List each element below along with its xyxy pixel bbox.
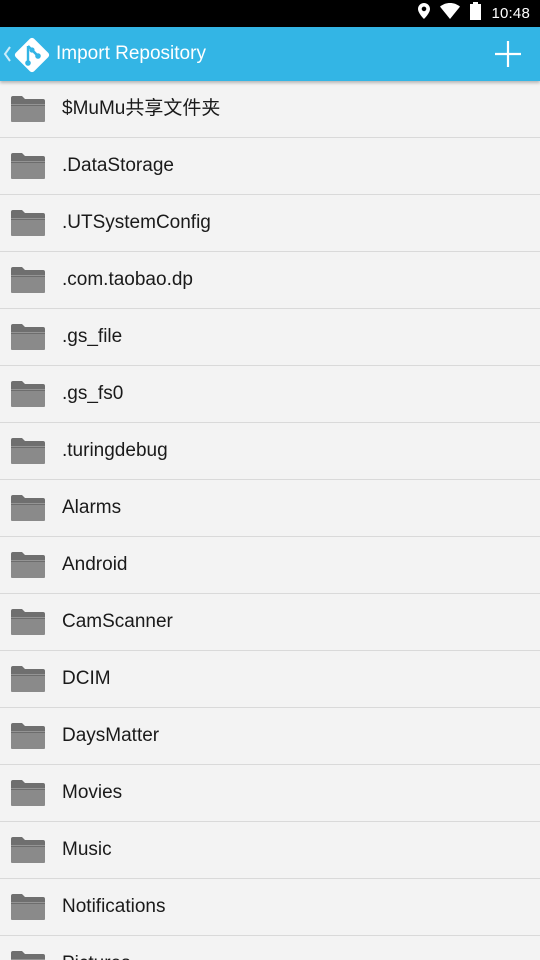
folder-icon — [10, 950, 46, 960]
battery-icon — [470, 2, 482, 25]
folder-icon — [10, 836, 46, 864]
folder-icon — [10, 266, 46, 294]
folder-icon — [10, 779, 46, 807]
folder-name: Music — [62, 839, 112, 860]
folder-row[interactable]: DCIM — [0, 651, 540, 708]
plus-icon — [495, 41, 521, 67]
folder-row[interactable]: .turingdebug — [0, 423, 540, 480]
folder-row[interactable]: .UTSystemConfig — [0, 195, 540, 252]
folder-name: Alarms — [62, 497, 122, 518]
folder-name: DaysMatter — [62, 725, 160, 746]
folder-row[interactable]: .gs_fs0 — [0, 366, 540, 423]
folder-row[interactable]: CamScanner — [0, 594, 540, 651]
up-navigation-icon[interactable] — [3, 44, 11, 64]
folder-row[interactable]: Android — [0, 537, 540, 594]
status-indicators: 10:48 — [418, 0, 530, 27]
folder-icon — [10, 722, 46, 750]
folder-row[interactable]: Pictures — [0, 936, 540, 960]
folder-row[interactable]: Movies — [0, 765, 540, 822]
folder-icon — [10, 551, 46, 579]
folder-name: .gs_file — [62, 326, 123, 347]
folder-row[interactable]: .gs_file — [0, 309, 540, 366]
folder-name: .DataStorage — [62, 155, 174, 176]
folder-name: .turingdebug — [62, 440, 168, 461]
folder-icon — [10, 95, 46, 123]
folder-name: .gs_fs0 — [62, 383, 124, 404]
folder-name: .UTSystemConfig — [62, 212, 211, 233]
folder-name: Notifications — [62, 896, 166, 917]
folder-row[interactable]: DaysMatter — [0, 708, 540, 765]
folder-row[interactable]: .DataStorage — [0, 138, 540, 195]
folder-icon — [10, 608, 46, 636]
location-icon — [418, 3, 431, 24]
folder-name: Android — [62, 554, 128, 575]
wifi-icon — [440, 3, 461, 24]
app-title: Import Repository — [56, 43, 206, 64]
add-button[interactable] — [488, 34, 528, 74]
app-bar: Import Repository — [0, 27, 540, 81]
folder-name: DCIM — [62, 668, 111, 689]
folder-name: CamScanner — [62, 611, 173, 632]
folder-row[interactable]: $MuMu共享文件夹 — [0, 81, 540, 138]
folder-row[interactable]: Notifications — [0, 879, 540, 936]
folder-icon — [10, 437, 46, 465]
folder-name: Movies — [62, 782, 123, 803]
folder-icon — [10, 893, 46, 921]
status-bar: 10:48 — [0, 0, 540, 27]
folder-icon — [10, 665, 46, 693]
folder-icon — [10, 209, 46, 237]
status-time: 10:48 — [491, 5, 530, 22]
folder-name: $MuMu共享文件夹 — [62, 98, 221, 119]
folder-row[interactable]: Music — [0, 822, 540, 879]
folder-row[interactable]: Alarms — [0, 480, 540, 537]
folder-row[interactable]: .com.taobao.dp — [0, 252, 540, 309]
folder-name: .com.taobao.dp — [62, 269, 193, 290]
git-logo-icon[interactable] — [13, 36, 51, 74]
folder-icon — [10, 323, 46, 351]
folder-icon — [10, 380, 46, 408]
folder-icon — [10, 494, 46, 522]
folder-list[interactable]: $MuMu共享文件夹 .DataStorage .UTSystemConfig — [0, 81, 540, 960]
folder-icon — [10, 152, 46, 180]
folder-name: Pictures — [62, 936, 131, 960]
